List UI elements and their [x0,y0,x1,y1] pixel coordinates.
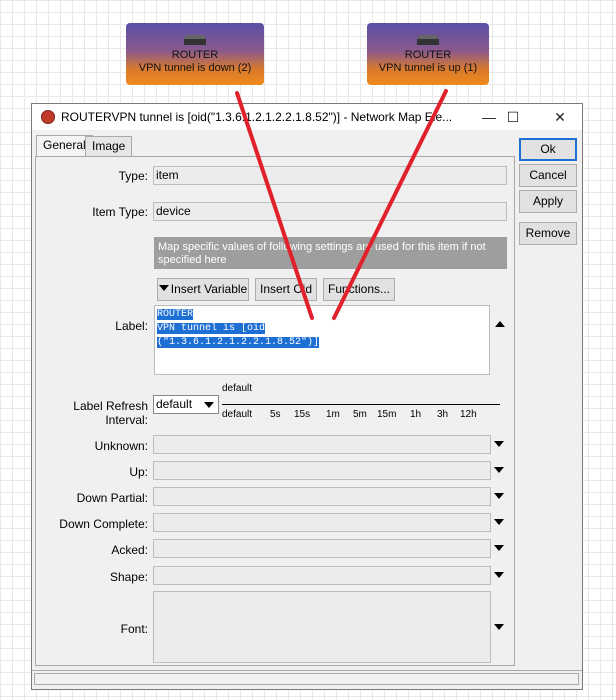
unknown-select[interactable] [153,435,491,454]
remove-button[interactable]: Remove [519,222,577,245]
slider-tick-label: default [222,409,253,420]
apply-button[interactable]: Apply [519,190,577,213]
chevron-down-icon[interactable] [494,545,504,551]
slider-tick-label: 5s [270,409,281,420]
app-icon [41,110,55,124]
slider-tick-label: 3h [437,409,449,420]
status-field [34,673,579,685]
general-panel: Type: item Item Type: device Map specifi… [35,156,515,666]
insert-variable-button[interactable]: Insert Variable [157,278,249,301]
node-name: ROUTER [404,49,452,61]
up-select[interactable] [153,461,491,480]
refresh-interval-slider[interactable]: default default 5s 15s 1m 5m 15m 1h 3h 1… [222,383,507,420]
type-field: item [153,166,507,185]
chevron-down-icon[interactable] [494,441,504,447]
ok-button[interactable]: Ok [519,138,577,161]
font-select[interactable] [153,591,491,663]
insert-oid-button[interactable]: Insert Oid [255,278,317,301]
slider-tick-label: 1h [410,409,422,420]
node-status: VPN tunnel is up (1) [378,62,478,74]
label-label: Label: [115,319,148,333]
tab-image[interactable]: Image [85,136,133,156]
slider-tick-label: 15m [377,409,397,420]
router-icon [417,35,439,45]
map-node-router-down[interactable]: ROUTER VPN tunnel is down (2) [126,23,264,85]
slider-tick-label: 1m [326,409,340,420]
acked-label: Acked: [111,543,148,557]
shape-label: Shape: [109,570,148,584]
scroll-up-icon[interactable] [495,321,505,327]
network-map-element-dialog: ROUTER VPN tunnel is [oid ("1.3.6.1.2.1.2.… [31,103,583,690]
down-partial-label: Down Partial: [76,491,148,505]
slider-value-label: default [222,383,253,394]
refresh-interval-select[interactable]: default [153,395,219,414]
shape-select[interactable] [153,566,491,585]
font-label: Font: [120,622,148,636]
type-label: Type: [118,169,148,183]
label-textarea[interactable]: ROUTER VPN tunnel is [oid ("1.3.6.1.2.1.… [154,305,490,375]
functions-button[interactable]: Functions... [323,278,395,301]
down-complete-label: Down Complete: [59,517,148,531]
chevron-down-icon[interactable] [494,519,504,525]
chevron-down-icon[interactable] [494,493,504,499]
label-line: ("1.3.6.1.2.1.2.2.1.8.52")] [157,337,320,348]
status-bar [32,670,582,689]
close-button[interactable]: ✕ [537,104,583,130]
info-banner: Map specific values of following setting… [154,237,507,269]
label-line: VPN tunnel is [oid [157,323,266,334]
node-status: VPN tunnel is down (2) [138,62,252,74]
window-title: ROUTERVPN tunnel is [oid("1.3.6.1.2.1.2.… [61,110,453,124]
slider-tick-label: 15s [294,409,311,420]
chevron-down-icon [158,285,169,291]
label-line: ROUTER [157,309,194,320]
title-bar[interactable]: ROUTERVPN tunnel is [oid("1.3.6.1.2.1.2.… [32,104,582,130]
up-label: Up: [129,465,148,479]
map-node-router-up[interactable]: ROUTER VPN tunnel is up (1) [367,23,489,85]
refresh-interval-label: Label Refresh Interval: [73,399,148,427]
chevron-down-icon [204,402,214,408]
slider-track [222,404,500,405]
item-type-field: device [153,202,507,221]
insert-variable-label: Insert Variable [170,282,248,296]
cancel-button[interactable]: Cancel [519,164,577,187]
chevron-down-icon[interactable] [494,572,504,578]
maximize-button[interactable]: ☐ [490,104,536,130]
down-complete-select[interactable] [153,513,491,532]
item-type-label: Item Type: [92,205,148,219]
slider-tick-label: 12h [460,409,477,420]
slider-tick-label: 5m [353,409,367,420]
node-name: ROUTER [171,49,219,61]
chevron-down-icon[interactable] [494,467,504,473]
unknown-label: Unknown: [94,439,148,453]
chevron-down-icon[interactable] [494,624,504,630]
down-partial-select[interactable] [153,487,491,506]
router-icon [184,35,206,45]
acked-select[interactable] [153,539,491,558]
